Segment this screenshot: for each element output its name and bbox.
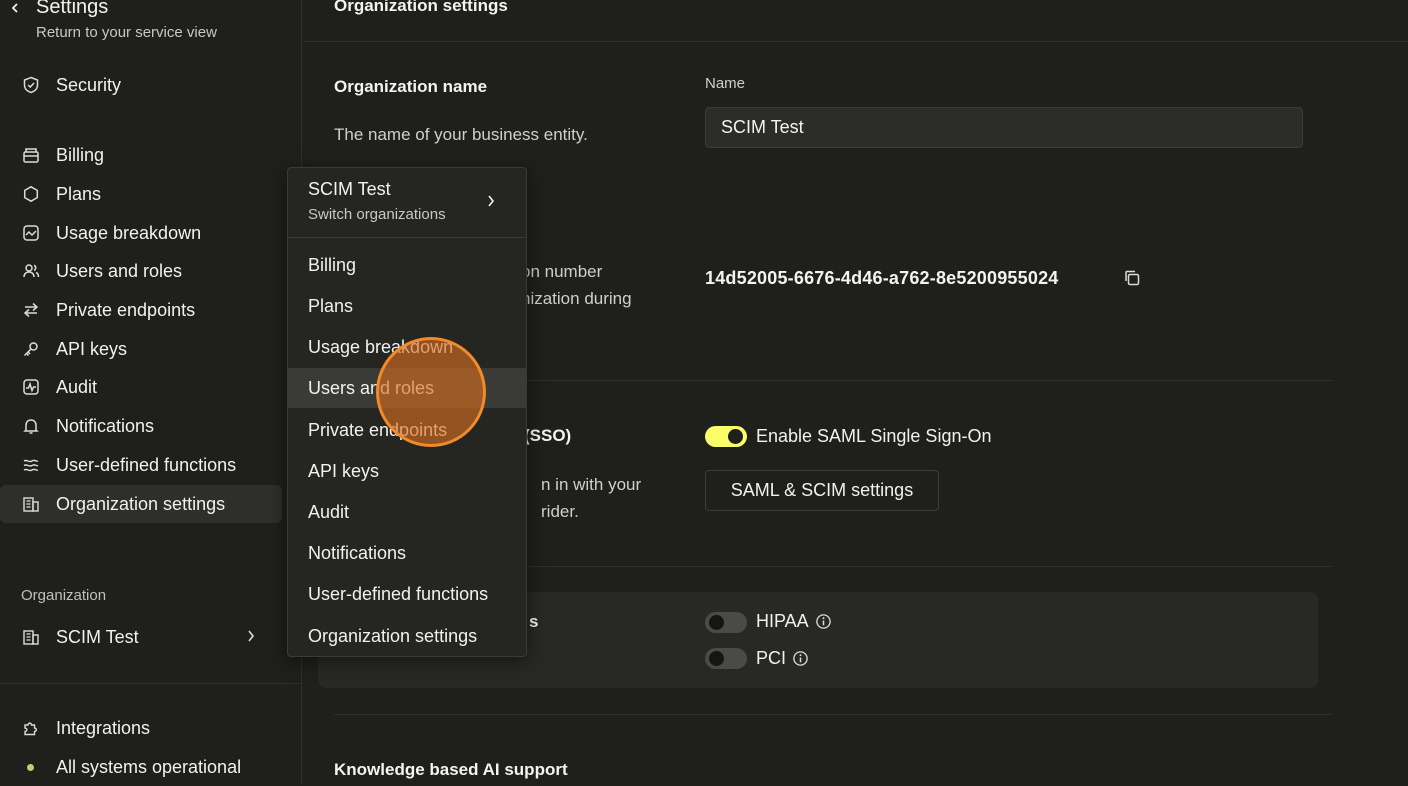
shield-icon [22,76,40,94]
name-field-label: Name [705,75,746,92]
sidebar-item-api-keys[interactable]: API keys [0,330,282,368]
bell-icon [22,417,40,435]
sidebar-item-label: API keys [56,338,128,359]
copy-icon[interactable] [1123,269,1141,287]
header-divider [303,41,1408,42]
chevron-left-icon [11,3,18,13]
status-dot-icon [22,758,40,776]
sidebar-item-organization-settings[interactable]: Organization settings [0,485,282,523]
info-icon[interactable] [792,650,809,667]
organization-dropdown-menu: SCIM Test Switch organizations Billing P… [287,167,527,657]
menu-org-name: SCIM Test [308,179,391,199]
sidebar-item-label: Organization settings [56,493,226,514]
sidebar-item-label: Notifications [56,415,155,436]
menu-item-plans[interactable]: Plans [288,286,526,326]
sidebar-org-name: SCIM Test [56,626,139,647]
chevron-right-icon [488,195,495,207]
saml-scim-settings-button[interactable]: SAML & SCIM settings [705,470,939,511]
building-icon [22,628,40,646]
sidebar-item-label: Audit [56,376,98,397]
sidebar-item-billing[interactable]: Billing [0,136,282,174]
sidebar-item-users-and-roles[interactable]: Users and roles [0,252,282,290]
menu-item-private-endpoints[interactable]: Private endpoints [288,410,526,450]
switch-organization-item[interactable]: SCIM Test Switch organizations [288,168,526,238]
sidebar-item-integrations[interactable]: Integrations [0,709,282,747]
org-name-description: The name of your business entity. [334,125,588,144]
page-title: Organization settings [334,0,508,15]
hipaa-label: HIPAA [756,611,809,631]
key-icon [22,340,40,358]
pci-toggle[interactable] [705,648,747,669]
system-status-label: All systems operational [56,756,242,777]
menu-item-api-keys[interactable]: API keys [288,451,526,491]
menu-item-billing[interactable]: Billing [288,245,526,285]
section-divider [334,714,1333,715]
sidebar-item-label: User-defined functions [56,454,237,475]
hexagon-icon [22,185,40,203]
settings-title: Settings [36,0,109,18]
saml-sso-label: Enable SAML Single Sign-On [756,426,992,446]
sidebar-item-label: Usage breakdown [56,222,202,243]
sidebar-org-switcher[interactable]: SCIM Test [0,618,282,656]
wave-icon [22,456,40,474]
menu-item-audit[interactable]: Audit [288,492,526,532]
users-icon [22,262,40,280]
switch-organizations-label: Switch organizations [308,206,446,223]
compliance-title: s [529,612,539,631]
org-id-description-line1: on number [521,262,603,281]
info-icon[interactable] [815,613,832,630]
organization-section-label: Organization [21,587,107,604]
hipaa-toggle[interactable] [705,612,747,633]
ai-support-title: Knowledge based AI support [334,760,568,779]
sidebar-item-label: Users and roles [56,260,183,281]
sidebar-item-user-defined-functions[interactable]: User-defined functions [0,446,282,484]
arrows-icon [22,301,40,319]
menu-item-usage-breakdown[interactable]: Usage breakdown [288,327,526,367]
hipaa-row: HIPAA [756,611,832,632]
sidebar-item-usage-breakdown[interactable]: Usage breakdown [0,214,282,252]
system-status[interactable]: All systems operational [0,748,282,786]
sso-description-line1: n in with your [541,475,642,494]
settings-subtitle: Return to your service view [36,24,217,41]
sidebar-item-plans[interactable]: Plans [0,175,282,213]
organization-name-input[interactable]: SCIM Test [705,107,1303,148]
menu-item-notifications[interactable]: Notifications [288,533,526,573]
org-id-description-line2: nization during [521,289,632,308]
building-icon [22,495,40,513]
sidebar-item-label: Billing [56,144,105,165]
pci-row: PCI [756,648,809,669]
back-to-service[interactable]: Settings Return to your service view [8,0,217,41]
pci-label: PCI [756,648,787,668]
menu-item-organization-settings[interactable]: Organization settings [288,616,526,656]
sidebar-divider [0,683,302,684]
sidebar-item-audit[interactable]: Audit [0,368,282,406]
menu-item-users-and-roles[interactable]: Users and roles [288,368,526,408]
menu-item-user-defined-functions[interactable]: User-defined functions [288,574,526,614]
chevron-right-icon [248,630,255,642]
wallet-icon [22,146,40,164]
chart-icon [22,224,40,242]
sidebar: Settings Return to your service view Sec… [0,0,302,784]
sidebar-item-label: Security [56,74,122,95]
activity-icon [22,378,40,396]
sidebar-item-security[interactable]: Security [0,66,282,104]
organization-id: 14d52005-6676-4d46-a762-8e5200955024 [705,268,1059,288]
sidebar-item-notifications[interactable]: Notifications [0,407,282,445]
sidebar-item-label: Plans [56,183,102,204]
sidebar-item-label: Private endpoints [56,299,196,320]
sso-title: (SSO) [524,426,572,445]
sidebar-item-label: Integrations [56,717,151,738]
sidebar-item-private-endpoints[interactable]: Private endpoints [0,291,282,329]
sso-description-line2: rider. [541,502,579,521]
org-name-title: Organization name [334,77,488,96]
puzzle-icon [22,719,40,737]
saml-sso-toggle[interactable] [705,426,747,447]
